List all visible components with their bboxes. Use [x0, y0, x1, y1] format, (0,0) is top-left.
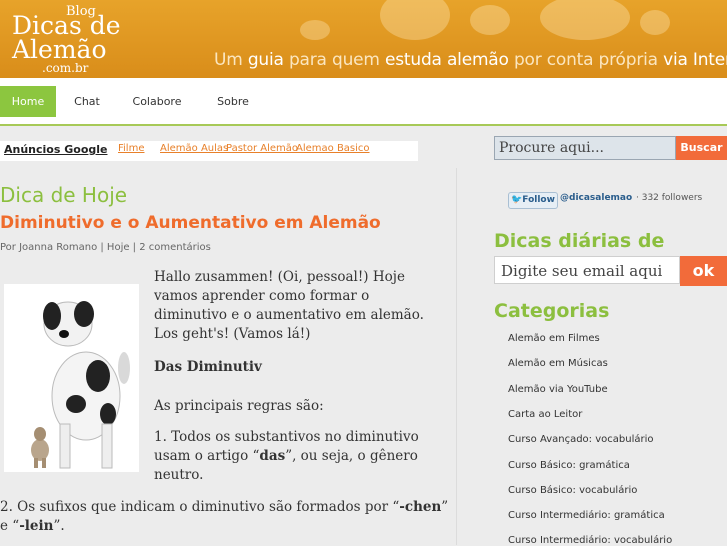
- section-title: Dica de Hoje: [0, 183, 128, 207]
- nav-item-colabore[interactable]: Colabore: [124, 86, 190, 117]
- category-link[interactable]: Alemão em Músicas: [508, 358, 608, 369]
- category-link[interactable]: Curso Básico: vocabulário: [508, 485, 637, 496]
- ad-link[interactable]: Alemao Basico: [296, 143, 370, 154]
- search-button[interactable]: Buscar: [676, 136, 727, 160]
- category-link[interactable]: Curso Intermediário: gramática: [508, 510, 665, 521]
- category-link[interactable]: Carta ao Leitor: [508, 409, 582, 420]
- daily-tips-title: Dicas diárias de: [494, 230, 665, 252]
- post-title[interactable]: Diminutivo e o Aumentativo em Alemão: [0, 213, 381, 233]
- nav-item-sobre[interactable]: Sobre: [208, 86, 258, 117]
- search-input[interactable]: Procure aqui...: [494, 136, 676, 160]
- post-intro: Hallo zusammen! (Oi, pessoal!) Hoje vamo…: [154, 269, 424, 342]
- categories-title: Categorias: [494, 300, 610, 322]
- category-link[interactable]: Alemão em Filmes: [508, 333, 600, 344]
- column-divider: [456, 168, 457, 545]
- post-image: [4, 284, 139, 472]
- post-subheading: Das Diminutiv: [154, 359, 262, 375]
- category-link[interactable]: Curso Básico: gramática: [508, 460, 630, 471]
- rules-intro: As principais regras são:: [154, 398, 324, 414]
- twitter-handle[interactable]: @dicasalemao: [560, 193, 632, 203]
- splash-decoration: [540, 0, 630, 40]
- category-link[interactable]: Curso Avançado: vocabulário: [508, 434, 653, 445]
- site-tagline: Um guia para quem estuda alemão por cont…: [214, 50, 727, 70]
- category-link[interactable]: Alemão via YouTube: [508, 384, 608, 395]
- splash-decoration: [470, 5, 510, 35]
- great-dane-image: [4, 284, 139, 472]
- ads-title[interactable]: Anúncios Google: [4, 143, 107, 156]
- twitter-bird-icon: 🐦: [511, 195, 523, 205]
- twitter-follow-button[interactable]: 🐦Follow: [508, 192, 558, 209]
- main-nav: Home Chat Colabore Sobre: [0, 78, 727, 126]
- site-header: Blog Dicas de Alemão .com.br Um guia par…: [0, 0, 727, 78]
- email-field[interactable]: Digite seu email aqui: [494, 256, 680, 284]
- splash-decoration: [640, 10, 670, 35]
- nav-item-chat[interactable]: Chat: [64, 86, 110, 117]
- rule-1: 1. Todos os substantivos no diminutivo u…: [154, 429, 419, 483]
- post-byline: Por Joanna Romano | Hoje | 2 comentários: [0, 242, 211, 253]
- follower-count: · 332 followers: [636, 193, 703, 203]
- nav-item-home[interactable]: Home: [0, 86, 56, 117]
- ad-link[interactable]: Alemão Aulas: [160, 143, 228, 154]
- rule-2: 2. Os sufixos que indicam o diminutivo s…: [0, 499, 449, 534]
- logo-domain: .com.br: [42, 61, 89, 75]
- google-ads-bar: Anúncios Google Filme Alemão Aulas Pasto…: [0, 141, 418, 161]
- ad-link[interactable]: Filme: [118, 143, 144, 154]
- splash-decoration: [300, 20, 330, 40]
- logo-title-line2: Alemão: [12, 35, 107, 64]
- category-link[interactable]: Curso Intermediário: vocabulário: [508, 535, 672, 546]
- email-submit-button[interactable]: ok: [680, 256, 727, 286]
- ad-link[interactable]: Pastor Alemão: [226, 143, 298, 154]
- splash-decoration: [380, 0, 450, 40]
